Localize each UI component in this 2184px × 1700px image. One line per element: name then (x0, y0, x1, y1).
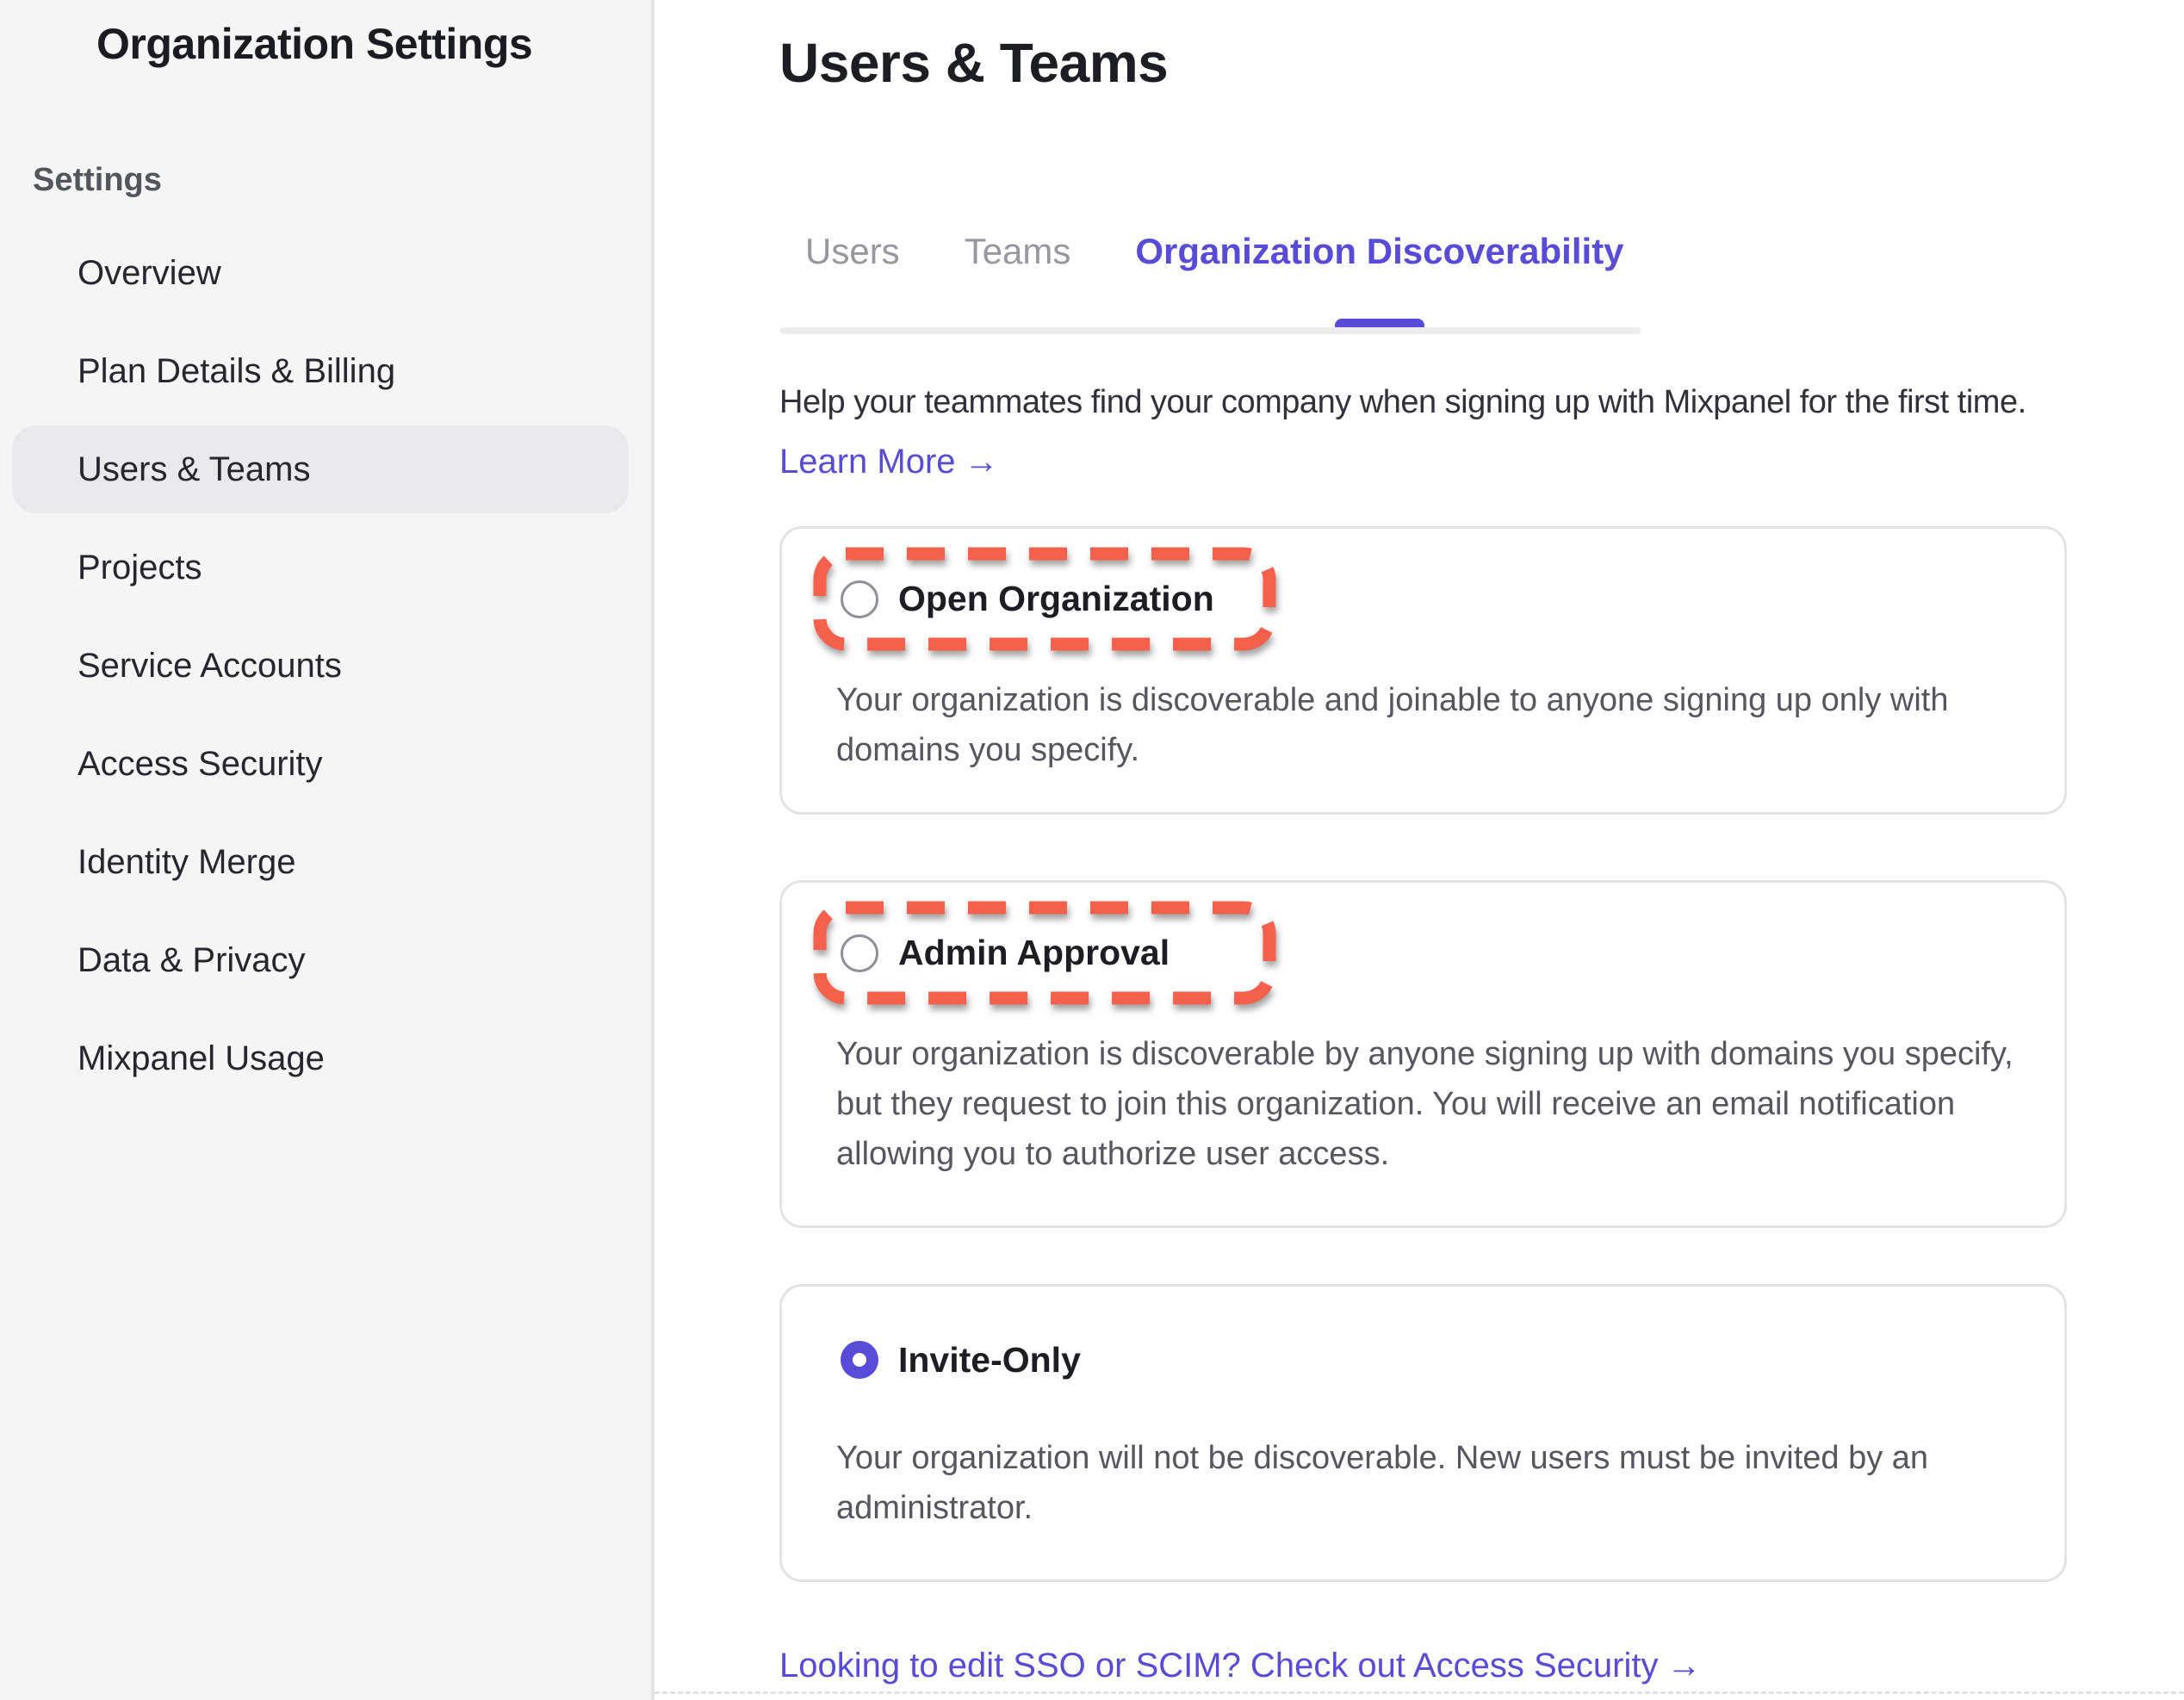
sidebar-item-label: Identity Merge (78, 843, 295, 882)
radio-row: Admin Approval (812, 900, 1277, 1006)
settings-sidebar: Organization Settings Settings Overview … (0, 0, 655, 1700)
tab-label: Organization Discoverability (1135, 231, 1623, 271)
main-content: Users & Teams Users Teams Organization D… (655, 0, 2184, 1700)
radio-row: Open Organization (812, 546, 1277, 652)
sidebar-item-mixpanel-usage[interactable]: Mixpanel Usage (12, 1014, 629, 1102)
option-head: Admin Approval (812, 900, 1277, 1006)
sidebar-item-label: Service Accounts (78, 647, 342, 686)
intro-text: Help your teammates find your company wh… (779, 384, 2026, 421)
sidebar-item-label: Plan Details & Billing (78, 352, 395, 391)
option-description: Your organization will not be discoverab… (836, 1433, 2042, 1533)
radio-row: Invite-Only (841, 1341, 2064, 1379)
radio-unchecked-icon[interactable] (841, 934, 878, 972)
sidebar-item-service-accounts[interactable]: Service Accounts (12, 622, 629, 710)
sidebar-item-access-security[interactable]: Access Security (12, 720, 629, 808)
option-card-admin-approval: Admin Approval Your organization is disc… (779, 880, 2067, 1228)
sidebar-item-identity-merge[interactable]: Identity Merge (12, 818, 629, 906)
option-description: Your organization is discoverable by any… (836, 1029, 2042, 1179)
tab-teams[interactable]: Teams (965, 231, 1071, 272)
sidebar-item-label: Users & Teams (78, 450, 310, 489)
sidebar-nav: Overview Plan Details & Billing Users & … (0, 229, 655, 1113)
sidebar-item-overview[interactable]: Overview (12, 229, 629, 317)
sidebar-item-label: Access Security (78, 745, 323, 784)
page-title: Users & Teams (779, 31, 1168, 95)
sidebar-item-label: Mixpanel Usage (78, 1039, 325, 1078)
sidebar-item-projects[interactable]: Projects (12, 524, 629, 611)
footer-link-label: Looking to edit SSO or SCIM? Check out A… (779, 1647, 1658, 1684)
arrow-right-icon: → (1666, 1647, 1701, 1685)
sidebar-section-label: Settings (33, 162, 162, 199)
bottom-divider (655, 1691, 2184, 1694)
tab-users[interactable]: Users (805, 231, 900, 272)
sidebar-item-plan-details-billing[interactable]: Plan Details & Billing (12, 327, 629, 415)
option-label[interactable]: Invite-Only (898, 1340, 1081, 1380)
option-head: Open Organization (812, 546, 1277, 652)
tab-bar: Users Teams Organization Discoverability (805, 231, 1624, 272)
arrow-right-icon: → (965, 443, 999, 481)
option-description: Your organization is discoverable and jo… (836, 675, 2042, 775)
sidebar-item-data-privacy[interactable]: Data & Privacy (12, 916, 629, 1004)
sidebar-item-label: Projects (78, 549, 202, 587)
tab-track-line (779, 327, 1641, 334)
option-card-invite-only: Invite-Only Your organization will not b… (779, 1284, 2067, 1582)
option-card-open-organization: Open Organization Your organization is d… (779, 526, 2067, 815)
sidebar-item-label: Overview (78, 254, 221, 293)
sidebar-title: Organization Settings (96, 19, 532, 69)
learn-more-link[interactable]: Learn More→ (779, 443, 999, 481)
access-security-link[interactable]: Looking to edit SSO or SCIM? Check out A… (779, 1647, 1701, 1685)
learn-more-label: Learn More (779, 443, 956, 481)
sidebar-item-users-teams[interactable]: Users & Teams (12, 425, 629, 513)
radio-checked-icon[interactable] (841, 1341, 878, 1379)
option-label[interactable]: Open Organization (898, 579, 1214, 619)
radio-unchecked-icon[interactable] (841, 580, 878, 618)
tab-organization-discoverability[interactable]: Organization Discoverability (1135, 231, 1623, 272)
sidebar-item-label: Data & Privacy (78, 941, 306, 980)
option-label[interactable]: Admin Approval (898, 933, 1170, 973)
